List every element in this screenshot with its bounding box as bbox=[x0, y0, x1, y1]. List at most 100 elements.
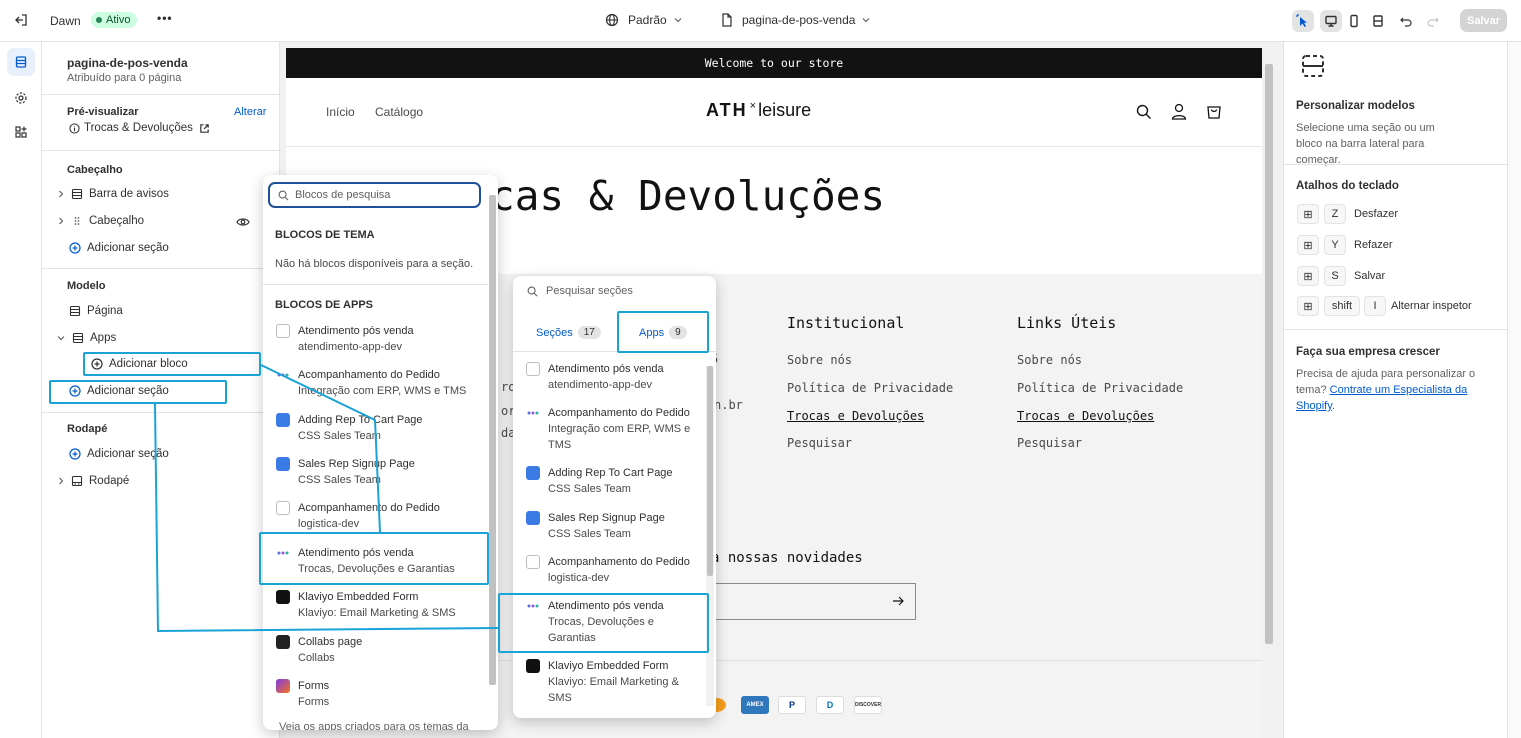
fullscreen-view-button[interactable] bbox=[1367, 10, 1389, 32]
add-section-label: Adicionar seção bbox=[87, 242, 169, 254]
page-scrollbar[interactable] bbox=[1507, 42, 1521, 738]
store-logo[interactable]: ATH × leisure bbox=[706, 100, 811, 121]
sidebar-item-announcement-bar[interactable]: Barra de avisos bbox=[57, 188, 169, 200]
section-item-title: Atendimento pós venda bbox=[548, 363, 664, 375]
block-item-sub: logistica-dev bbox=[298, 518, 360, 530]
sidebar-item-header[interactable]: Cabeçalho bbox=[57, 215, 144, 227]
sidebar-item-footer[interactable]: Rodapé bbox=[57, 475, 129, 487]
tab-sections[interactable]: Seções 17 bbox=[536, 326, 601, 339]
section-item[interactable]: Klaviyo Embedded Form Klaviyo: Email Mark… bbox=[526, 658, 686, 706]
section-search-input[interactable]: Pesquisar seções bbox=[546, 285, 633, 297]
block-item[interactable]: Collabs page Collabs bbox=[276, 634, 362, 666]
dots-icon bbox=[526, 406, 540, 420]
external-link-icon[interactable] bbox=[199, 123, 210, 134]
sidebar-item-apps[interactable]: Apps bbox=[56, 332, 116, 344]
block-search-input[interactable]: Blocos de pesquisa bbox=[295, 189, 390, 201]
header-divider bbox=[286, 146, 1262, 147]
section-picker-scrollbar-thumb[interactable] bbox=[707, 366, 713, 576]
add-section-header-button[interactable]: Adicionar seção bbox=[69, 242, 169, 254]
eye-icon[interactable] bbox=[236, 216, 250, 228]
block-item-sub: Collabs bbox=[298, 652, 335, 664]
exit-icon[interactable] bbox=[14, 13, 28, 27]
account-icon[interactable] bbox=[1171, 103, 1187, 120]
block-item-title: Acompanhamento do Pedido bbox=[298, 502, 440, 514]
undo-button[interactable] bbox=[1395, 10, 1417, 32]
apps-rail-button[interactable] bbox=[7, 118, 35, 146]
redo-button[interactable] bbox=[1422, 10, 1444, 32]
divider bbox=[1284, 164, 1508, 165]
change-preview-link[interactable]: Alterar bbox=[234, 106, 266, 118]
grow-text: Precisa de ajuda para personalizar o tem… bbox=[1296, 366, 1476, 414]
css-app-icon bbox=[276, 457, 290, 471]
block-item[interactable]: Klaviyo Embedded Form Klaviyo: Email Mark… bbox=[276, 589, 456, 621]
block-picker-scrollbar-thumb[interactable] bbox=[489, 195, 496, 685]
section-item[interactable]: Atendimento pós venda atendimento-app-dev bbox=[526, 361, 664, 393]
block-item[interactable]: Acompanhamento do Pedido Integração com E… bbox=[276, 367, 466, 399]
block-item[interactable]: Forms Forms bbox=[276, 678, 329, 710]
preview-page-label: Trocas & Devoluções bbox=[84, 122, 193, 134]
footer-link[interactable]: Sobre nós bbox=[787, 353, 852, 367]
mobile-view-button[interactable] bbox=[1343, 10, 1365, 32]
undo-icon bbox=[1400, 17, 1412, 27]
more-actions-button[interactable]: ••• bbox=[157, 11, 173, 25]
section-item-title: Klaviyo Embedded Form bbox=[548, 660, 669, 672]
highlight-add-block bbox=[83, 352, 261, 376]
search-icon[interactable] bbox=[1136, 104, 1152, 120]
css-app-icon bbox=[276, 413, 290, 427]
inspector-toggle-button[interactable] bbox=[1292, 10, 1314, 32]
cart-icon[interactable] bbox=[1206, 103, 1222, 120]
section-item[interactable]: Acompanhamento do Pedido Integração com E… bbox=[526, 405, 696, 453]
block-item-title: Forms bbox=[298, 680, 330, 692]
sidebar-item-page[interactable]: Página bbox=[69, 305, 123, 317]
context-selector[interactable]: Padrão bbox=[605, 13, 683, 27]
block-item-title: Acompanhamento do Pedido bbox=[298, 369, 440, 381]
footer-link[interactable]: Pesquisar bbox=[787, 436, 852, 450]
footer-link[interactable]: Pesquisar bbox=[1017, 436, 1082, 450]
footer-link[interactable]: Política de Privacidade bbox=[787, 381, 953, 395]
divider bbox=[42, 94, 280, 95]
preview-scrollbar-thumb[interactable] bbox=[1265, 64, 1273, 644]
newsletter-email-input[interactable] bbox=[706, 583, 916, 620]
chevron-down-icon bbox=[674, 18, 682, 23]
block-picker-popover: Blocos de pesquisa BLOCOS DE TEMA Não há… bbox=[263, 175, 498, 730]
section-icon bbox=[71, 188, 83, 200]
drag-handle-icon[interactable] bbox=[71, 215, 83, 227]
desktop-view-button[interactable] bbox=[1320, 10, 1342, 32]
divider bbox=[42, 268, 280, 269]
sections-rail-button[interactable] bbox=[7, 48, 35, 76]
footer-link[interactable]: Política de Privacidade bbox=[1017, 381, 1183, 395]
right-panel: Personalizar modelos Selecione uma seção… bbox=[1283, 42, 1508, 738]
section-icon bbox=[72, 332, 84, 344]
save-button[interactable]: Salvar bbox=[1460, 9, 1507, 32]
template-selector[interactable]: pagina-de-pos-venda bbox=[721, 13, 871, 27]
footer-link[interactable]: Trocas e Devoluções bbox=[1017, 409, 1154, 423]
theme-settings-rail-button[interactable] bbox=[7, 84, 35, 112]
block-item[interactable]: Sales Rep Signup Page CSS Sales Team bbox=[276, 456, 415, 488]
arrow-right-icon[interactable] bbox=[892, 595, 904, 607]
block-search-field[interactable]: Blocos de pesquisa bbox=[268, 182, 481, 208]
footer-link[interactable]: Sobre nós bbox=[1017, 353, 1082, 367]
section-item-sub: CSS Sales Team bbox=[548, 528, 631, 540]
cmd-key-icon: ⊞ bbox=[1297, 235, 1319, 255]
view-apps-link[interactable]: Veja os apps criados para os temas da bbox=[279, 721, 469, 730]
no-blocks-text: Não há blocos disponíveis para a seção. bbox=[275, 258, 474, 270]
section-item[interactable]: Sales Rep Signup Page CSS Sales Team bbox=[526, 510, 665, 542]
cmd-key-icon: ⊞ bbox=[1297, 266, 1319, 286]
preview-label: Pré-visualizar bbox=[67, 106, 139, 118]
block-item[interactable]: Acompanhamento do Pedido logistica-dev bbox=[276, 500, 440, 532]
nav-link-home[interactable]: Início bbox=[326, 105, 355, 119]
app-blocks-header: BLOCOS DE APPS bbox=[275, 299, 373, 311]
add-section-footer-button[interactable]: Adicionar seção bbox=[69, 448, 169, 460]
amex-icon: AMEX bbox=[741, 696, 769, 714]
section-item-title: Adding Rep To Cart Page bbox=[548, 467, 673, 479]
section-search-field[interactable]: Pesquisar seções bbox=[527, 285, 633, 297]
mobile-icon bbox=[1350, 14, 1358, 28]
block-item[interactable]: Adding Rep To Cart Page CSS Sales Team bbox=[276, 412, 423, 444]
section-item[interactable]: Adding Rep To Cart Page CSS Sales Team bbox=[526, 465, 673, 497]
footer-col2-title: Links Úteis bbox=[1017, 314, 1117, 332]
nav-link-catalog[interactable]: Catálogo bbox=[375, 105, 423, 119]
section-item[interactable]: Acompanhamento do Pedido logistica-dev bbox=[526, 554, 690, 586]
footer-link[interactable]: Trocas e Devoluções bbox=[787, 409, 924, 423]
section-item-title: Acompanhamento do Pedido bbox=[548, 556, 690, 568]
block-item[interactable]: Atendimento pós venda atendimento-app-dev bbox=[276, 323, 414, 355]
